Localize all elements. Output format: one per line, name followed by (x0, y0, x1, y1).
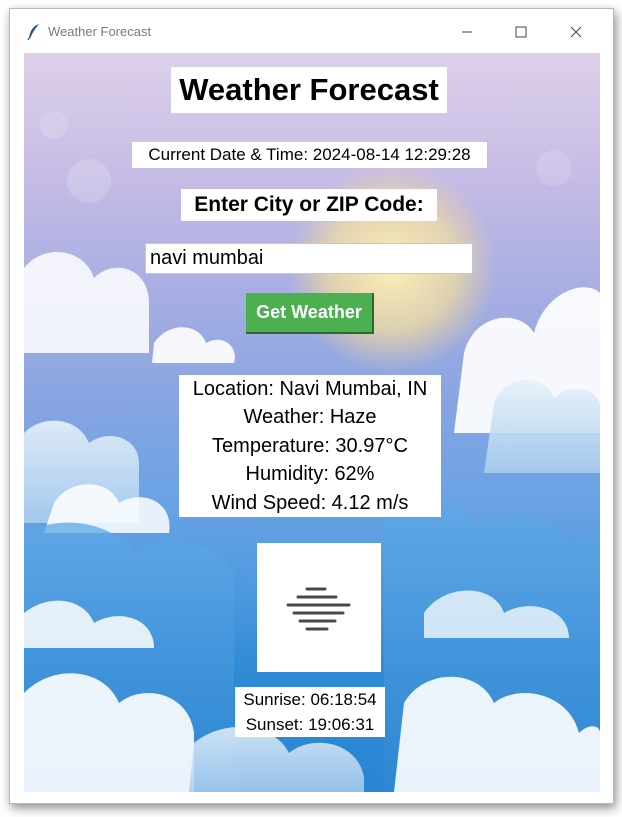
condition-text: Weather: Haze (243, 406, 377, 429)
sunset-text: Sunset: 19:06:31 (245, 715, 375, 734)
haze-icon (286, 587, 351, 631)
close-button[interactable] (565, 21, 587, 43)
city-input[interactable] (145, 243, 473, 274)
city-prompt-label: Enter City or ZIP Code: (181, 189, 437, 221)
app-window: Weather Forecast Weather Forecast Curren… (9, 8, 614, 804)
maximize-icon (515, 26, 527, 38)
sun-times-panel: Sunrise: 06:18:54 Sunset: 19:06:31 (235, 687, 385, 737)
wind-speed-text: Wind Speed: 4.12 m/s (211, 491, 409, 514)
weather-app-content: Weather Forecast Current Date & Time: 20… (24, 53, 600, 792)
get-weather-button[interactable]: Get Weather (246, 293, 374, 334)
app-title: Weather Forecast (171, 67, 447, 113)
sunrise-text: Sunrise: 06:18:54 (243, 690, 377, 709)
humidity-text: Humidity: 62% (245, 463, 375, 486)
feather-icon (27, 24, 39, 41)
weather-icon-panel (257, 543, 381, 672)
weather-info-panel: Location: Navi Mumbai, IN Weather: Haze … (179, 375, 441, 517)
location-text: Location: Navi Mumbai, IN (192, 378, 428, 400)
minimize-icon (462, 31, 472, 33)
window-title: Weather Forecast (48, 24, 152, 39)
maximize-button[interactable] (510, 21, 532, 43)
temperature-text: Temperature: 30.97°C (212, 434, 408, 457)
current-datetime: Current Date & Time: 2024-08-14 12:29:28 (132, 142, 487, 168)
minimize-button[interactable] (456, 21, 478, 43)
title-bar[interactable]: Weather Forecast (10, 9, 613, 53)
close-icon (570, 26, 582, 38)
